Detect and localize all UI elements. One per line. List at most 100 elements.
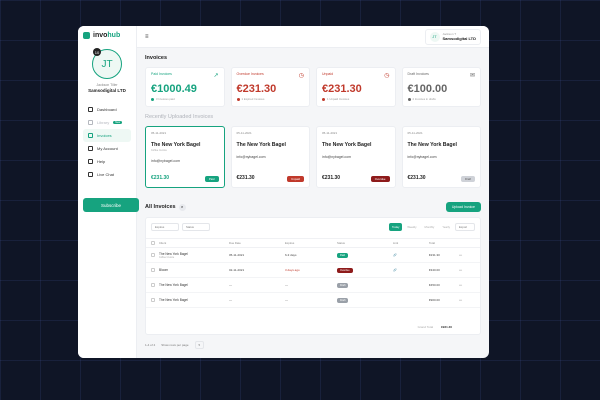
invoices-title: Invoices (145, 55, 168, 61)
invoice-amount: €231.30 (322, 175, 341, 181)
column-header-link[interactable]: Link (393, 241, 429, 245)
topbar: ≡ JT Jackson T Samsodigital LTD (137, 26, 489, 48)
summary-card[interactable]: Paid Invoices ↗ €1000.49 3 Invoices paid (145, 67, 225, 107)
row-checkbox[interactable] (151, 253, 155, 257)
sidebar-item-live-chat[interactable]: Live Chat (83, 168, 131, 181)
avatar-initials: JT (101, 58, 113, 70)
select-all-checkbox[interactable] (151, 241, 155, 245)
account-switcher[interactable]: JT Jackson T Samsodigital LTD (424, 28, 481, 45)
client-name: Bloom (159, 268, 169, 272)
tab-weekly[interactable]: Weekly (404, 223, 419, 231)
status-badge: Paid (204, 176, 219, 182)
top-company-name: Samsodigital LTD (442, 36, 476, 41)
due-date-cell: 02-11-2021 (229, 268, 245, 272)
recent-invoice-card[interactable]: 05-11-2021 The New York Bagel Coffee Invoi… (145, 126, 225, 188)
nav-icon (88, 133, 93, 138)
sidebar-item-my-account[interactable]: My Account (83, 142, 131, 155)
expires-select[interactable]: Expires (151, 223, 179, 231)
sidebar-item-dashboard[interactable]: Dashboard (83, 103, 131, 116)
export-button[interactable]: Export (455, 223, 475, 231)
total-cell: €340.00 (429, 268, 440, 272)
status-cell: Draft (337, 282, 393, 288)
status-select[interactable]: Status (182, 223, 210, 231)
client-name: The New York Bagel (159, 298, 188, 302)
invoice-amount: €231.30 (151, 175, 170, 181)
grand-total-row: Grand Total €921.30 (418, 325, 452, 329)
invoice-email: info@nybagel.com (236, 155, 266, 159)
summary-card[interactable]: Draft Invoices ✉ €100.00 2 Invoices in draf… (401, 67, 481, 107)
summary-card[interactable]: Overdue Invoices ◷ €231.30 1 Expired Invoic… (230, 67, 310, 107)
column-header-total[interactable]: Total (429, 241, 459, 245)
recent-invoice-card[interactable]: 05-11-2021 The New York Bagel info@nybagel… (316, 126, 396, 188)
link-icon[interactable]: 🔗 (393, 268, 429, 272)
card-subtext: 3 Invoices paid (151, 97, 219, 101)
invoice-date: 05-11-2021 (151, 131, 167, 135)
sidebar: invohub 10 JT Jackson Tiller Samsodigita… (78, 26, 139, 358)
tab-monthly[interactable]: Monthly (422, 223, 438, 231)
card-subtext: 1 Expired Invoices (236, 97, 305, 101)
recent-invoice-card[interactable]: 05-11-2021 The New York Bagel info@nybagel… (230, 126, 310, 188)
total-cell: €450.00 (429, 283, 440, 287)
logo[interactable]: invohub (83, 32, 131, 39)
invoice-client: The New York Bagel (151, 142, 201, 148)
recent-title: Recently Uploaded Invoices (145, 114, 214, 120)
table-body: The New York Bagel Coffee Invoice 05-11-20… (146, 248, 480, 308)
grand-total-value: €921.30 (441, 325, 452, 329)
upload-invoice-button[interactable]: Upload Invoice (445, 202, 481, 212)
more-options-icon[interactable]: ••• (459, 268, 475, 272)
sidebar-item-invoices[interactable]: Invoices (83, 129, 131, 142)
all-invoices-title: All Invoices 8 (145, 203, 186, 211)
sidebar-item-library[interactable]: Library New (83, 116, 131, 129)
client-cell: The New York Bagel Coffee Invoice (159, 252, 229, 259)
avatar[interactable]: 10 JT (92, 48, 122, 79)
status-cell: Draft (337, 297, 393, 303)
company-name: Samsodigital LTD (88, 88, 126, 93)
column-header-due-date[interactable]: Due Date (229, 241, 285, 245)
table-row[interactable]: The New York Bagel Coffee Invoice 05-11-20… (146, 248, 480, 263)
table-row[interactable]: The New York Bagel --- --- Draft €900.00 ••• (146, 293, 480, 308)
total-cell: €231.30 (429, 253, 440, 257)
table-row[interactable]: Bloom 02-11-2021 3 days ago Overdue 🔗 €340.00… (146, 263, 480, 278)
more-options-icon[interactable]: ••• (459, 253, 475, 257)
recent-invoice-card[interactable]: 05-11-2021 The New York Bagel info@nybagel… (401, 126, 481, 188)
logo-icon (83, 32, 90, 39)
invoice-subtitle: Coffee Invoice (151, 149, 167, 152)
row-checkbox[interactable] (151, 298, 155, 302)
due-date-cell: 05-11-2021 (229, 253, 245, 257)
main-content: ≡ JT Jackson T Samsodigital LTD Invoices… (137, 26, 489, 358)
more-options-icon[interactable]: ••• (459, 283, 475, 287)
card-subtext: 2 Invoices in drafts (407, 97, 476, 101)
logo-text: invohub (93, 32, 121, 39)
card-amount: €1000.49 (151, 83, 197, 95)
status-badge: Draft (337, 297, 349, 303)
menu-icon[interactable]: ≡ (145, 34, 149, 40)
column-header-status[interactable]: Status (337, 241, 393, 245)
invoice-date: 05-11-2021 (236, 131, 252, 135)
due-date-cell: --- (229, 298, 232, 302)
summary-card[interactable]: Unpaid ◷ €231.30 1 Unpaid Invoices (316, 67, 396, 107)
column-header-client[interactable]: Client (159, 241, 229, 245)
column-header-expires[interactable]: Expires (285, 241, 337, 245)
tab-yearly[interactable]: Yearly (439, 223, 453, 231)
tab-today[interactable]: Today (388, 223, 403, 231)
status-badge: Overdue (370, 176, 390, 182)
subscribe-button[interactable]: Subscribe (83, 198, 139, 212)
notification-badge: 10 (93, 48, 101, 56)
top-avatar: JT (429, 31, 440, 42)
row-checkbox[interactable] (151, 268, 155, 272)
card-label: Unpaid (322, 72, 334, 76)
card-amount: €231.30 (236, 83, 277, 95)
row-checkbox[interactable] (151, 283, 155, 287)
card-amount: €100.00 (407, 83, 448, 95)
sidebar-item-help[interactable]: Help (83, 155, 131, 168)
link-icon[interactable]: 🔗 (393, 253, 429, 257)
client-cell: The New York Bagel (159, 283, 229, 287)
summary-cards: Paid Invoices ↗ €1000.49 3 Invoices paid Ove… (145, 67, 481, 107)
status-cell: Overdue (337, 267, 393, 273)
table-row[interactable]: The New York Bagel --- --- Draft €450.00 ••• (146, 278, 480, 293)
client-name: The New York Bagel (159, 283, 188, 287)
more-options-icon[interactable]: ••• (459, 298, 475, 302)
nav-icon (88, 159, 93, 164)
rows-per-page-select[interactable]: 5 (194, 341, 205, 349)
sidebar-item-label: My Account (97, 146, 118, 151)
